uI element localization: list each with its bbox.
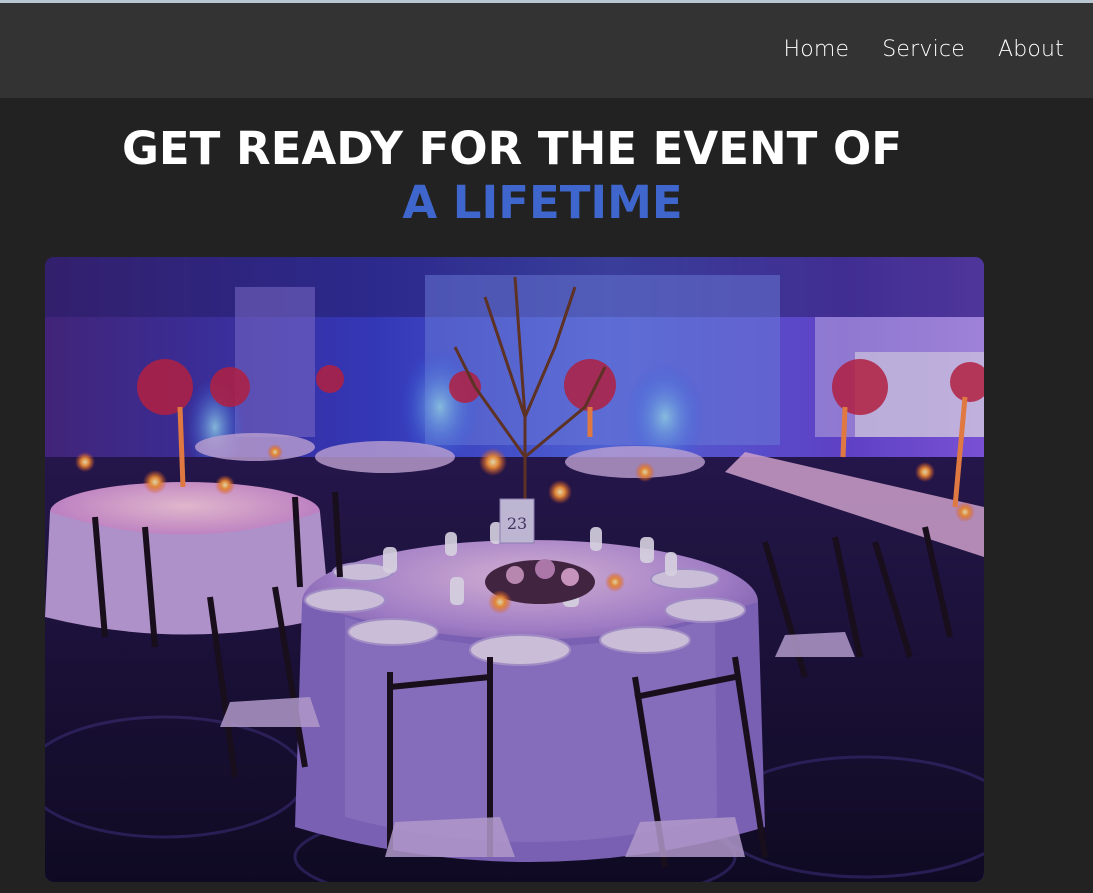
hero-title-line1: GET READY FOR THE EVENT OF [122, 122, 902, 175]
nav-links: Home Service About [783, 37, 1064, 62]
hero-title-line2: A LIFETIME [402, 176, 683, 229]
hero-image: 23 [45, 257, 984, 882]
nav-link-about[interactable]: About [998, 37, 1064, 62]
navbar: Home Service About [0, 3, 1093, 98]
nav-link-service[interactable]: Service [882, 37, 965, 62]
banquet-hall-photo: 23 [45, 257, 984, 882]
nav-link-home[interactable]: Home [783, 37, 849, 62]
